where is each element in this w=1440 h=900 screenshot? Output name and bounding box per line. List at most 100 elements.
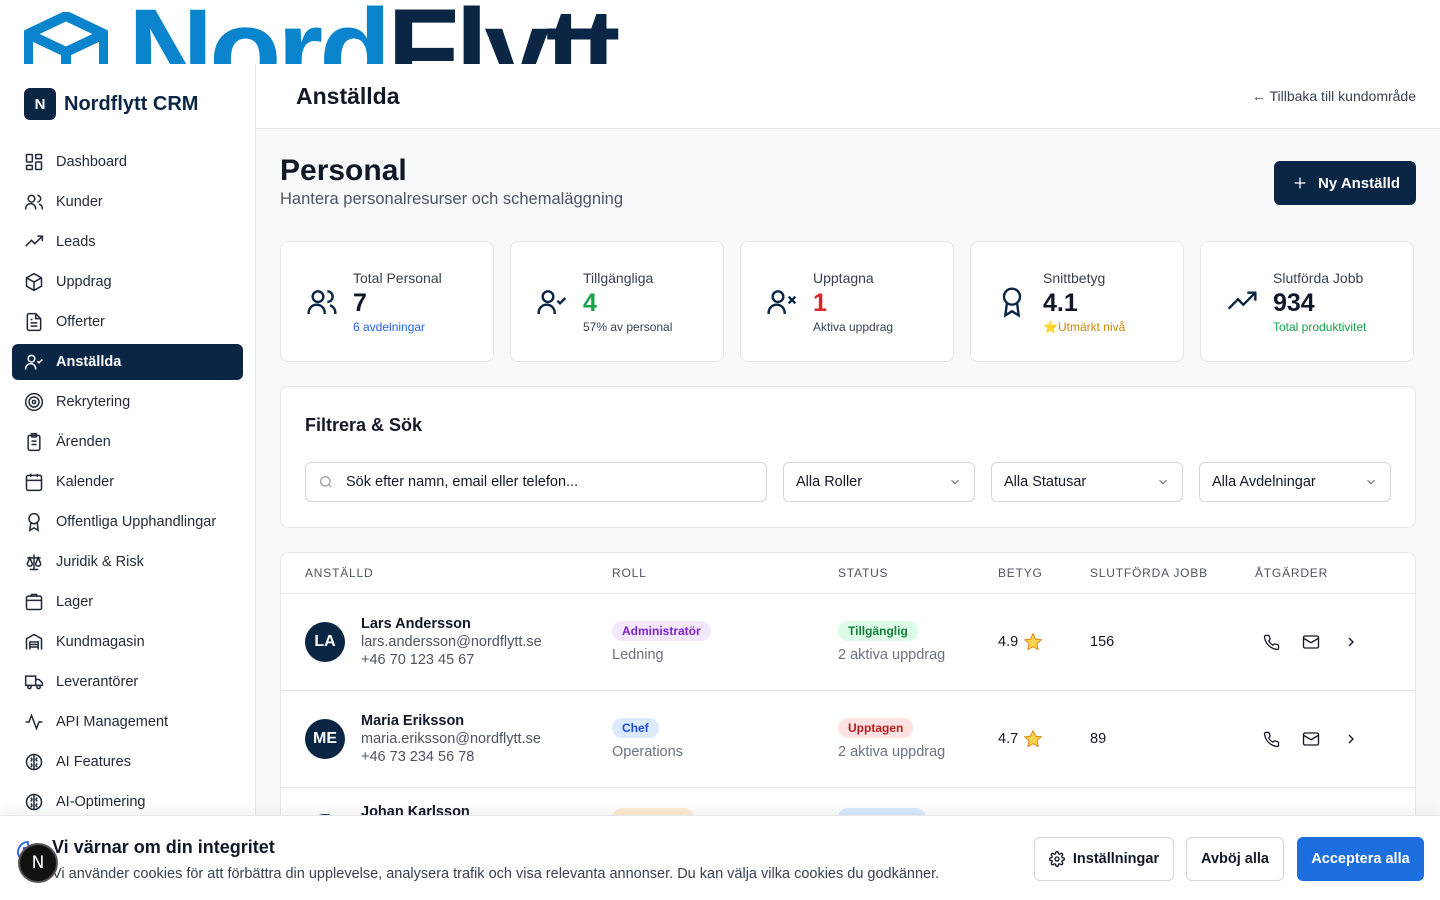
- users-icon: [24, 194, 44, 210]
- stat-value: 4: [583, 288, 597, 317]
- sidebar-item-label: Offentliga Upphandlingar: [56, 514, 217, 530]
- department-select[interactable]: Alla Avdelningar: [1199, 462, 1391, 502]
- document-icon: [26, 312, 42, 332]
- search-input[interactable]: Sök efter namn, email eller telefon...: [305, 462, 767, 502]
- employee-email: maria.eriksson@nordflytt.se: [361, 731, 541, 747]
- new-employee-label: Ny Anställd: [1318, 174, 1400, 192]
- sidebar-item-anstallda[interactable]: Anställda: [12, 344, 243, 380]
- employees-table: ANSTÄLLD ROLL STATUS BETYG SLUTFÖRDA JOB…: [280, 552, 1416, 852]
- main-content: Personal Hantera personalresurser och sc…: [256, 129, 1440, 900]
- filter-card: Filtrera & Sök Sök efter namn, email ell…: [280, 386, 1416, 528]
- cookie-accept-button[interactable]: Acceptera alla: [1297, 837, 1424, 881]
- table-header: ANSTÄLLD ROLL STATUS BETYG SLUTFÖRDA JOB…: [281, 553, 1415, 594]
- column-header: ÅTGÄRDER: [1255, 566, 1329, 580]
- status-badge: Upptagen: [838, 718, 914, 738]
- mail-icon: [1302, 635, 1320, 649]
- logo-wordmark: NordFlytt: [128, 0, 620, 64]
- clipboard-icon: [27, 432, 41, 452]
- role-select[interactable]: Alla Roller: [783, 462, 975, 502]
- stat-card-completed: Slutförda Jobb 934 Total produktivitet: [1200, 241, 1414, 362]
- completed-jobs: 156: [1090, 634, 1115, 650]
- column-header: BETYG: [998, 566, 1043, 580]
- sidebar-item-leverantorer[interactable]: Leverantörer: [12, 664, 243, 700]
- sidebar-item-lager[interactable]: Lager: [12, 584, 243, 620]
- status-select-value: Alla Statusar: [1004, 474, 1087, 490]
- sidebar-item-uppdrag[interactable]: Uppdrag: [12, 264, 243, 300]
- stat-label: Total Personal: [353, 269, 442, 286]
- sidebar-item-api-management[interactable]: API Management: [12, 704, 243, 740]
- sidebar-item-upphandlingar[interactable]: Offentliga Upphandlingar: [12, 504, 243, 540]
- sidebar-item-arenden[interactable]: Ärenden: [12, 424, 243, 460]
- package-icon: [25, 593, 43, 611]
- cookie-reject-button[interactable]: Avböj alla: [1186, 837, 1284, 881]
- call-button[interactable]: [1261, 632, 1281, 652]
- brand-badge: N: [24, 88, 56, 120]
- stat-card-total: Total Personal 7 6 avdelningar: [280, 241, 494, 362]
- box-logo-icon: [24, 12, 108, 64]
- rating-value: 4.7: [998, 731, 1019, 747]
- rating-value: 4.9: [998, 634, 1019, 650]
- filter-title: Filtrera & Sök: [305, 415, 423, 435]
- employee-phone: +46 70 123 45 67: [361, 652, 475, 668]
- sidebar-item-dashboard[interactable]: Dashboard: [12, 144, 243, 180]
- user-check-icon: [24, 354, 43, 370]
- sidebar-item-ai-features[interactable]: AI Features: [12, 744, 243, 780]
- truck-icon: [24, 675, 44, 690]
- column-header: STATUS: [838, 566, 889, 580]
- email-button[interactable]: [1301, 632, 1321, 652]
- sidebar-item-rekrytering[interactable]: Rekrytering: [12, 384, 243, 420]
- gear-icon: [1048, 851, 1065, 867]
- table-row[interactable]: LA Lars Andersson lars.andersson@nordfly…: [281, 594, 1415, 691]
- plus-icon: [1294, 177, 1306, 189]
- sidebar-item-kundmagasin[interactable]: Kundmagasin: [12, 624, 243, 660]
- department-select-value: Alla Avdelningar: [1212, 474, 1316, 490]
- brand[interactable]: N Nordflytt CRM: [0, 64, 255, 144]
- employee-department: Ledning: [612, 647, 664, 663]
- back-to-customer-area-link[interactable]: ← Tillbaka till kundområde: [1252, 88, 1416, 104]
- trending-up-icon: [25, 235, 44, 247]
- sidebar-item-label: Dashboard: [56, 154, 127, 170]
- sidebar-item-kunder[interactable]: Kunder: [12, 184, 243, 220]
- completed-jobs: 89: [1090, 731, 1107, 747]
- chevron-down-icon: [951, 479, 959, 485]
- email-button[interactable]: [1301, 729, 1321, 749]
- cookie-settings-button[interactable]: Inställningar: [1034, 837, 1174, 881]
- sidebar-item-label: Leverantörer: [56, 674, 139, 690]
- table-row[interactable]: ME Maria Eriksson maria.eriksson@nordfly…: [281, 691, 1415, 788]
- page-title-row: Personal Hantera personalresurser och sc…: [280, 153, 1416, 209]
- avatar: ME: [305, 719, 345, 759]
- sidebar-item-label: Anställda: [56, 354, 122, 370]
- employee-name: Lars Andersson: [361, 616, 471, 632]
- cookie-settings-label: Inställningar: [1072, 851, 1160, 867]
- cookie-title: Vi värnar om din integritet: [52, 837, 275, 857]
- phone-icon: [1263, 731, 1279, 747]
- role-badge: Administratör: [612, 621, 711, 641]
- new-employee-button[interactable]: Ny Anställd: [1274, 161, 1416, 205]
- dev-tools-badge[interactable]: N: [18, 843, 58, 883]
- scale-icon: [26, 554, 42, 571]
- sidebar-item-kalender[interactable]: Kalender: [12, 464, 243, 500]
- sidebar-item-leads[interactable]: Leads: [12, 224, 243, 260]
- stat-value: 4.1: [1043, 288, 1078, 317]
- target-icon: [24, 392, 44, 412]
- dashboard-icon: [25, 153, 43, 171]
- status-select[interactable]: Alla Statusar: [991, 462, 1183, 502]
- column-header: ROLL: [612, 566, 647, 580]
- sidebar-item-label: Juridik & Risk: [56, 554, 144, 570]
- open-details-button[interactable]: [1341, 729, 1361, 749]
- search-placeholder: Sök efter namn, email eller telefon...: [346, 474, 579, 490]
- stat-card-available: Tillgängliga 4 57% av personal: [510, 241, 724, 362]
- call-button[interactable]: [1261, 729, 1281, 749]
- stat-label: Slutförda Jobb: [1273, 269, 1364, 286]
- sidebar-item-offerter[interactable]: Offerter: [12, 304, 243, 340]
- sidebar: N Nordflytt CRM Dashboard Kunder Leads U…: [0, 64, 256, 900]
- sidebar-item-label: API Management: [56, 714, 169, 730]
- open-details-button[interactable]: [1341, 632, 1361, 652]
- sidebar-item-label: Uppdrag: [56, 274, 112, 290]
- sidebar-item-juridik[interactable]: Juridik & Risk: [12, 544, 243, 580]
- stat-label: Tillgängliga: [583, 269, 654, 286]
- user-x-icon: [767, 289, 797, 314]
- brain-icon: [25, 793, 43, 811]
- box-icon: [25, 272, 43, 292]
- sidebar-item-label: Rekrytering: [56, 394, 131, 410]
